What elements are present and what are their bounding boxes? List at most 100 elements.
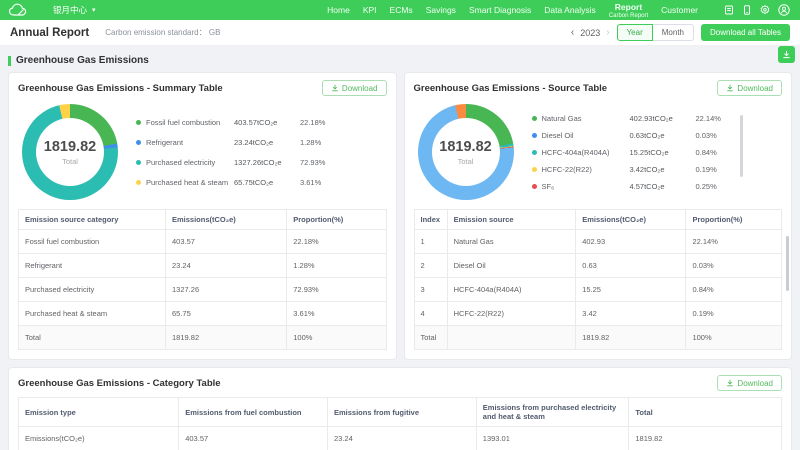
org-selector[interactable]: 银月中心 ▾ xyxy=(8,3,96,17)
column-header: Emissions(tCO₂e) xyxy=(575,209,687,230)
legend-item[interactable]: Purchased heat & steam 65.75tCO₂e 3.61% xyxy=(136,178,338,187)
table-row[interactable]: 1 Natural Gas 402.93 22.14% xyxy=(413,229,782,254)
panel-title: Greenhouse Gas Emissions - Summary Table xyxy=(18,82,223,94)
legend-label: Refrigerant xyxy=(146,137,184,147)
legend-scrollbar[interactable] xyxy=(739,114,743,177)
category-download-button[interactable]: Download xyxy=(717,375,782,391)
table-cell: 15.25 xyxy=(575,277,687,302)
table-row[interactable]: Fossil fuel combustion 403.57 22.18% xyxy=(18,229,387,254)
table-cell: 3.42 xyxy=(575,301,687,326)
period-toggle: Year Month xyxy=(616,24,694,41)
table-row[interactable]: 3 HCFC-404a(R404A) 15.25 0.84% xyxy=(413,277,782,302)
nav-item-home[interactable]: Home xyxy=(327,0,350,20)
legend-value: 0.63tCO₂e xyxy=(629,130,665,140)
legend-color-dot xyxy=(531,183,537,189)
column-header: Emissions from fuel combustion xyxy=(178,397,328,427)
year-toggle-button[interactable]: Year xyxy=(616,24,653,41)
avatar[interactable] xyxy=(778,4,790,16)
legend-item[interactable]: Fossil fuel combustion 403.57tCO₂e 22.18% xyxy=(136,118,338,127)
cloud-logo-icon xyxy=(8,3,27,16)
legend-item[interactable]: Purchased electricity 1327.26tCO₂e 72.93% xyxy=(136,158,338,167)
table-cell: 100% xyxy=(685,325,782,350)
legend-value: 402.93tCO₂e xyxy=(629,113,673,123)
legend-item[interactable]: Natural Gas 402.93tCO₂e 22.14% xyxy=(531,113,734,123)
category-panel: Greenhouse Gas Emissions - Category Tabl… xyxy=(8,367,792,450)
next-year-arrow[interactable]: › xyxy=(606,27,609,38)
source-donut-chart[interactable]: 1819.82 Total xyxy=(417,104,514,200)
month-toggle-button[interactable]: Month xyxy=(652,24,694,41)
table-cell: 3.61% xyxy=(286,301,387,326)
table-header-row: Emission type Emissions from fuel combust… xyxy=(17,397,782,427)
nav-item-smart-diagnosis[interactable]: Smart Diagnosis xyxy=(469,0,531,20)
legend-color-dot xyxy=(531,149,537,155)
legend-value: 4.57tCO₂e xyxy=(629,181,665,191)
legend-item[interactable]: SF₆ 4.57tCO₂e 0.25% xyxy=(531,181,734,191)
column-header: Index xyxy=(413,209,448,230)
table-row[interactable]: Purchased heat & steam 65.75 3.61% xyxy=(18,301,387,326)
legend-item[interactable]: Refrigerant 23.24tCO₂e 1.28% xyxy=(136,138,338,147)
nav-item-kpi[interactable]: KPI xyxy=(363,0,377,20)
source-download-button[interactable]: Download xyxy=(717,80,782,96)
table-cell: 23.24 xyxy=(327,426,477,450)
brand-name: 银月中心 xyxy=(53,5,88,15)
prev-year-arrow[interactable]: ‹ xyxy=(571,27,574,38)
table-row[interactable]: Purchased electricity 1327.26 72.93% xyxy=(18,277,387,302)
table-cell: HCFC-22(R22) xyxy=(446,301,577,326)
download-all-tables-button[interactable]: Download all Tables xyxy=(700,24,790,41)
settings-gear-icon[interactable] xyxy=(760,5,770,15)
table-row[interactable]: Refrigerant 23.24 1.28% xyxy=(18,253,387,278)
main-nav: Home KPI ECMs Savings Smart Diagnosis Data An… xyxy=(327,0,698,21)
section-download-button[interactable] xyxy=(778,46,795,63)
table-cell: 403.57 xyxy=(178,426,328,450)
table-cell: 0.19% xyxy=(685,301,782,326)
panel-title: Greenhouse Gas Emissions - Category Tabl… xyxy=(18,377,221,389)
summary-panel: Greenhouse Gas Emissions - Summary Table… xyxy=(8,72,397,360)
legend-value: 403.57tCO₂e xyxy=(234,117,278,127)
table-cell: Purchased electricity xyxy=(18,277,166,302)
legend-label: Natural Gas xyxy=(541,113,582,123)
legend-label: Purchased electricity xyxy=(146,157,216,167)
table-cell: 65.75 xyxy=(164,301,288,326)
legend-percent: 0.19% xyxy=(695,164,717,174)
table-cell: Total xyxy=(413,325,448,350)
table-row[interactable]: Emissions(tCO₂e) 403.57 23.24 1393.01 1819.8… xyxy=(17,426,782,450)
table-row[interactable]: 4 HCFC-22(R22) 3.42 0.19% xyxy=(413,301,782,326)
table-scrollbar[interactable] xyxy=(786,236,789,291)
nav-item-data-analysis[interactable]: Data Analysis xyxy=(544,0,596,20)
summary-chart-legend: Fossil fuel combustion 403.57tCO₂e 22.18% R… xyxy=(136,118,347,187)
table-cell: 1327.26 xyxy=(164,277,288,302)
legend-item[interactable]: HCFC-404a(R404A) 15.25tCO₂e 0.84% xyxy=(531,147,734,157)
donut-total-label: Total xyxy=(457,156,474,166)
table-row[interactable]: Total 1819.82 100% xyxy=(413,325,782,350)
table-row[interactable]: 2 Diesel Oil 0.63 0.03% xyxy=(413,253,782,278)
table-cell: Refrigerant xyxy=(18,253,166,278)
download-label: Download xyxy=(737,83,773,93)
table-cell: Purchased heat & steam xyxy=(18,301,166,326)
table-cell: Fossil fuel combustion xyxy=(18,229,166,254)
legend-item[interactable]: Diesel Oil 0.63tCO₂e 0.03% xyxy=(531,130,734,140)
mobile-icon[interactable] xyxy=(742,5,752,15)
nav-item-customer[interactable]: Customer xyxy=(661,0,698,20)
nav-item-savings[interactable]: Savings xyxy=(426,0,456,20)
nav-item-ecms[interactable]: ECMs xyxy=(390,0,413,20)
legend-percent: 1.28% xyxy=(300,137,322,147)
table-cell: 1.28% xyxy=(286,253,387,278)
legend-item[interactable]: HCFC-22(R22) 3.42tCO₂e 0.19% xyxy=(531,164,734,174)
legend-value: 23.24tCO₂e xyxy=(234,137,274,147)
legend-value: 15.25tCO₂e xyxy=(629,147,669,157)
legend-label: Diesel Oil xyxy=(541,130,574,140)
summary-donut-chart[interactable]: 1819.82 Total xyxy=(22,104,118,200)
section-accent-bar xyxy=(8,55,11,66)
table-row[interactable]: Total 1819.82 100% xyxy=(18,325,387,350)
table-cell: 0.03% xyxy=(685,253,782,278)
summary-download-button[interactable]: Download xyxy=(321,80,387,96)
nav-item-report[interactable]: Report Carbon Report xyxy=(608,0,649,21)
legend-color-dot xyxy=(136,139,141,145)
table-cell: HCFC-404a(R404A) xyxy=(446,277,577,302)
source-panel: Greenhouse Gas Emissions - Source Table … xyxy=(403,72,792,360)
source-chart-legend: Natural Gas 402.93tCO₂e 22.14% Diesel Oil 0.… xyxy=(531,113,743,191)
legend-label: Fossil fuel combustion xyxy=(146,117,221,127)
download-label: Download xyxy=(737,378,773,388)
report-doc-icon[interactable] xyxy=(724,5,734,15)
table-cell: 0.63 xyxy=(575,253,687,278)
